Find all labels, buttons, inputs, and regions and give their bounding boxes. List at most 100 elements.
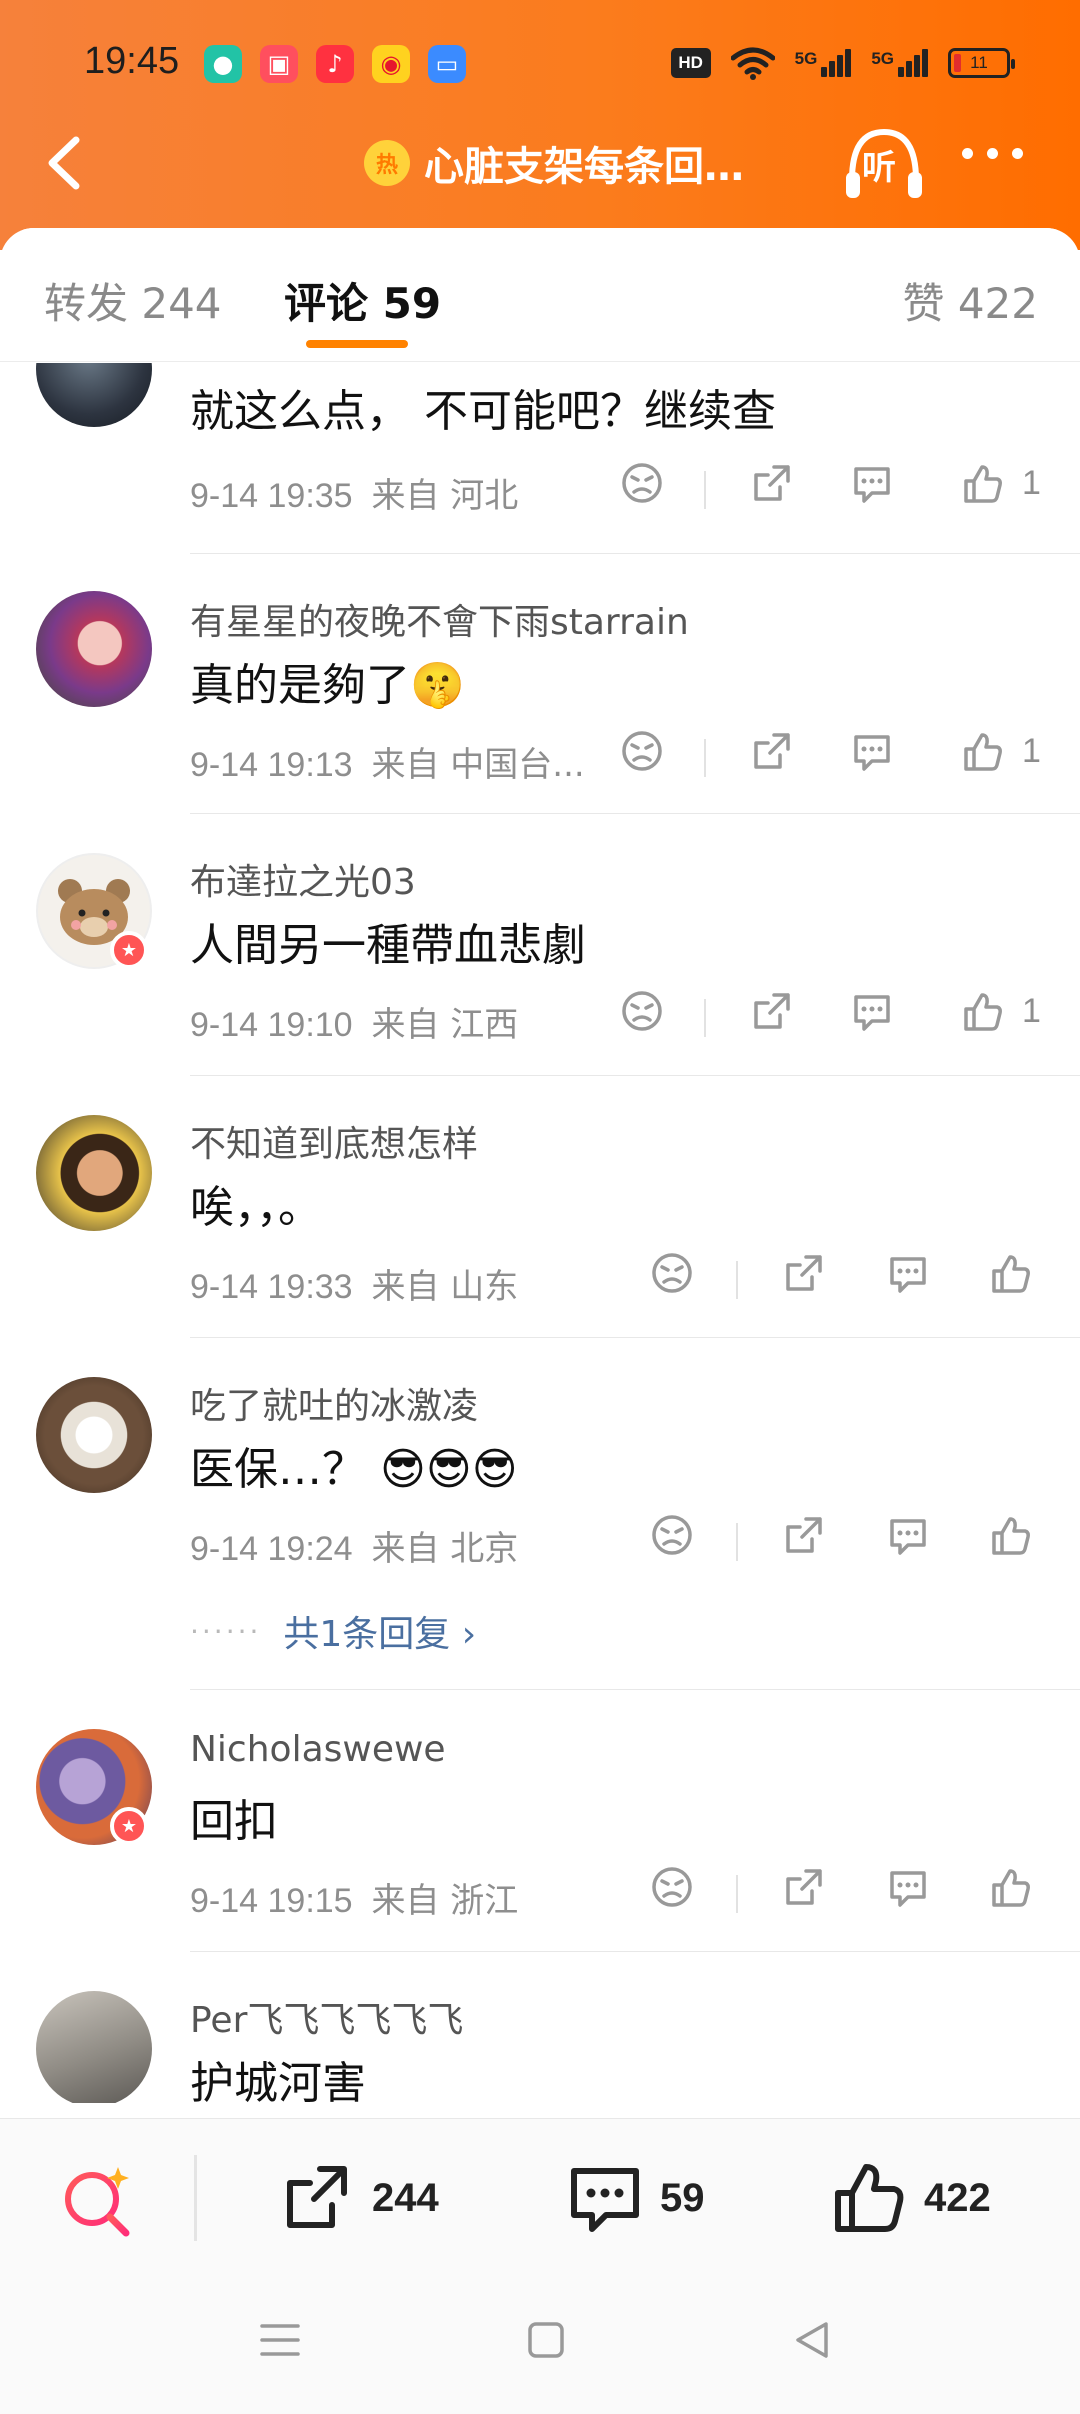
comment-username[interactable]: 有星星的夜晚不會下雨starrain: [190, 593, 689, 645]
status-bar: 19:45 ● ▣ ♪ ◉ ▭ HD 5G 5G 11: [0, 0, 1080, 130]
comment-meta: 9-14 19:33 来自 山东: [190, 1267, 519, 1307]
comment-username[interactable]: Per飞飞飞飞飞飞: [190, 1991, 463, 2043]
comment-meta: 9-14 19:15 来自 浙江: [190, 1881, 519, 1921]
status-time: 19:45: [84, 40, 180, 82]
verified-badge-icon: ★: [110, 1807, 148, 1845]
replies-dots: ······: [190, 1614, 262, 1648]
user-avatar[interactable]: [36, 1115, 152, 1231]
signal-5g-icon: 5G: [795, 49, 852, 77]
comment-button[interactable]: 59: [566, 2159, 705, 2237]
post-title[interactable]: 热 心脏支架每条回…: [364, 134, 744, 192]
reply-icon[interactable]: [850, 729, 894, 773]
comment-username[interactable]: 布達拉之光03: [190, 853, 416, 905]
tab-repost[interactable]: 转发 244: [44, 270, 222, 331]
user-avatar[interactable]: [36, 591, 152, 707]
share-icon[interactable]: [782, 1251, 826, 1295]
reply-icon[interactable]: [850, 989, 894, 1033]
weibo-app-icon: ◉: [372, 45, 410, 83]
comment-item: 吃了就吐的冰激凌 医保…？ 😎😎😎 9-14 19:24 来自 北京 ·····…: [0, 1337, 1080, 1690]
menu-icon[interactable]: [258, 2318, 302, 2362]
comment-username[interactable]: 吃了就吐的冰激凌: [190, 1377, 478, 1429]
comment-text: 就这么点， 不可能吧？继续查: [190, 386, 776, 437]
comment-text: 医保…？ 😎😎😎: [190, 1444, 518, 1495]
comment-actions: 1: [620, 461, 1060, 521]
share-icon[interactable]: [750, 989, 794, 1033]
comment-meta: 9-14 19:13 来自 中国台...: [190, 745, 585, 785]
reply-icon[interactable]: [886, 1251, 930, 1295]
share-icon[interactable]: [782, 1865, 826, 1909]
dislike-icon[interactable]: [650, 1513, 694, 1557]
battery-icon: 11: [948, 48, 1015, 78]
user-avatar[interactable]: [36, 363, 152, 427]
comment-text: 真的是夠了🤫: [190, 660, 465, 711]
page-title: 心脏支架每条回…: [424, 144, 744, 190]
reply-icon[interactable]: [886, 1513, 930, 1557]
hd-voice-icon: HD: [670, 48, 711, 78]
user-avatar[interactable]: [36, 1991, 152, 2103]
verified-badge-icon: ★: [110, 931, 148, 969]
comment-meta: 9-14 19:35 来自 河北: [190, 476, 519, 516]
like-count-bottom: 422: [924, 2175, 991, 2220]
thumbs-up-icon: [835, 2164, 904, 2232]
reply-icon[interactable]: [850, 461, 894, 505]
share-icon[interactable]: [750, 461, 794, 505]
navigation-bar: 热 心脏支架每条回… 听: [0, 118, 1080, 208]
like-button[interactable]: [988, 1865, 1032, 1909]
share-icon[interactable]: [750, 729, 794, 773]
bottom-bar-separator: [194, 2155, 197, 2241]
comment-text: 人間另一種帶血悲劇: [190, 920, 586, 971]
like-button[interactable]: 1: [960, 989, 1041, 1033]
share-icon[interactable]: [782, 1513, 826, 1557]
comment-item: 就这么点， 不可能吧？继续查 9-14 19:35 来自 河北 1: [0, 363, 1080, 554]
dislike-icon[interactable]: [620, 729, 664, 773]
dislike-icon[interactable]: [620, 461, 664, 505]
comment-username[interactable]: 不知道到底想怎样: [190, 1115, 478, 1167]
tab-like[interactable]: 赞 422: [902, 270, 1038, 331]
thumbs-up-icon: [964, 993, 1002, 1031]
listen-button[interactable]: 听: [842, 124, 926, 204]
comment-username[interactable]: Nicholaswewe: [190, 1729, 446, 1770]
like-button[interactable]: 1: [960, 729, 1041, 773]
comment-count: 59: [660, 2175, 705, 2220]
comment-item: Per飞飞飞飞飞飞 护城河害: [0, 1951, 1080, 2103]
like-count: 1: [1022, 731, 1041, 770]
like-button[interactable]: [988, 1513, 1032, 1557]
bottom-action-bar: 244 59 422: [0, 2118, 1080, 2278]
comment-actions: [650, 1513, 1050, 1573]
comment-text: 唉，，。: [190, 1182, 322, 1233]
search-icon[interactable]: [58, 2161, 136, 2239]
view-replies-link[interactable]: ······ 共1条回复 ›: [190, 1605, 476, 1657]
repost-count: 244: [372, 2175, 439, 2220]
top-header: 19:45 ● ▣ ♪ ◉ ▭ HD 5G 5G 11 热 心脏支架每条回… 听: [0, 0, 1080, 250]
reply-icon[interactable]: [886, 1865, 930, 1909]
comment-item: ★ Nicholaswewe 回扣 9-14 19:15 来自 浙江: [0, 1689, 1080, 1952]
user-avatar[interactable]: [36, 1377, 152, 1493]
comment-text: 护城河害: [190, 2058, 366, 2103]
dislike-icon[interactable]: [650, 1865, 694, 1909]
tab-indicator: [306, 340, 408, 348]
comments-panel: 转发 244 评论 59 赞 422 就这么点， 不可能吧？继续查 9-14 1…: [0, 228, 1080, 2118]
like-button[interactable]: [988, 1251, 1032, 1295]
signal-5g-icon: 5G: [871, 49, 928, 77]
comment-list[interactable]: 就这么点， 不可能吧？继续查 9-14 19:35 来自 河北 1 有星星的夜晚…: [0, 363, 1080, 2103]
thumbs-up-icon: [964, 465, 1002, 503]
comment-actions: 1: [620, 989, 1060, 1049]
comment-actions: 1: [620, 729, 1060, 789]
like-button-bottom[interactable]: 422: [830, 2159, 991, 2237]
comment-item: 有星星的夜晚不會下雨starrain 真的是夠了🤫 9-14 19:13 来自 …: [0, 553, 1080, 814]
dislike-icon[interactable]: [620, 989, 664, 1033]
back-nav-icon[interactable]: [790, 2318, 834, 2362]
comment-meta: 9-14 19:10 来自 江西: [190, 1005, 519, 1045]
back-icon[interactable]: [36, 128, 96, 198]
comment-meta: 9-14 19:24 来自 北京: [190, 1529, 519, 1569]
like-button[interactable]: 1: [960, 461, 1041, 505]
tab-bar: 转发 244 评论 59 赞 422: [0, 228, 1080, 362]
comment-actions: [650, 1865, 1050, 1925]
thumbs-up-icon: [992, 1869, 1030, 1907]
status-indicators: HD 5G 5G 11: [670, 46, 1015, 80]
wifi-icon: [730, 47, 775, 80]
more-options-icon[interactable]: [962, 148, 1023, 159]
repost-button[interactable]: 244: [278, 2159, 439, 2237]
dislike-icon[interactable]: [650, 1251, 694, 1295]
home-icon[interactable]: [524, 2318, 568, 2362]
